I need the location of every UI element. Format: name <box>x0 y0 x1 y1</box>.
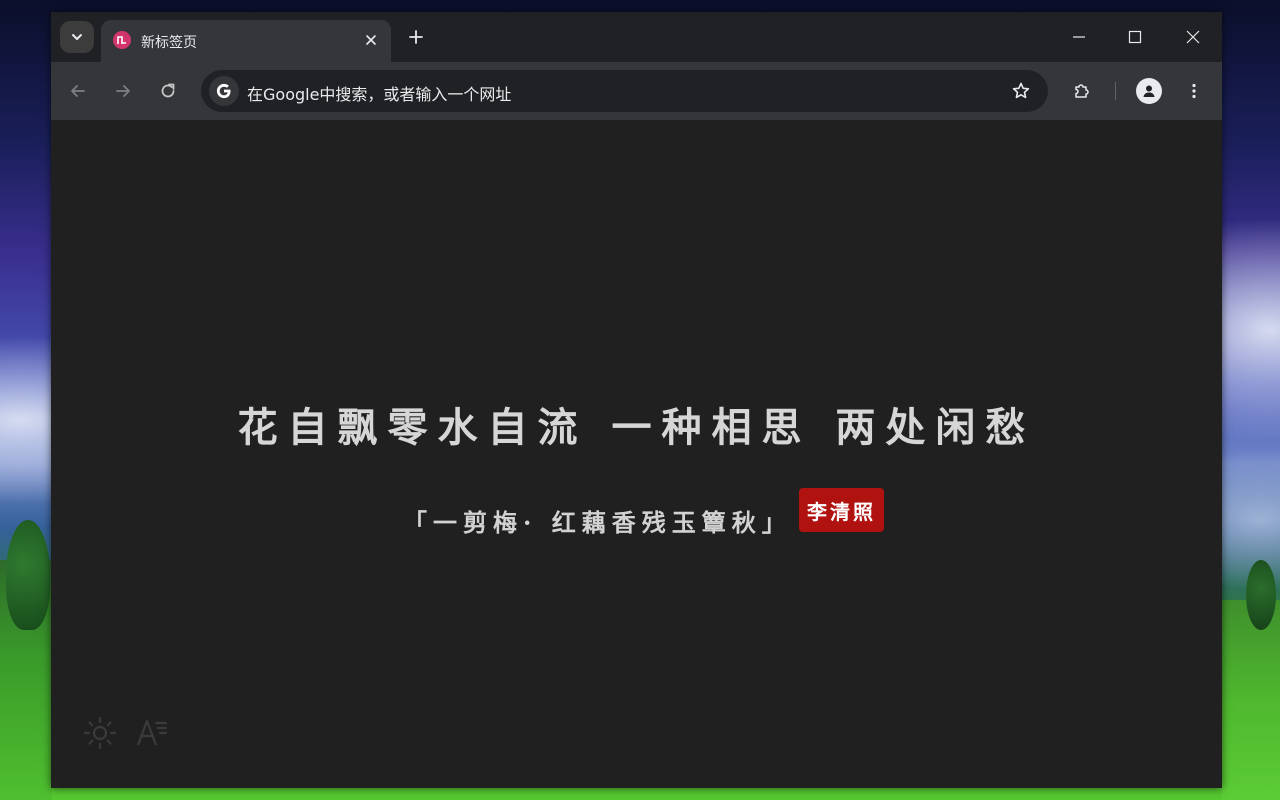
toolbar-divider <box>1115 82 1116 100</box>
toolbar: 在Google中搜索，或者输入一个网址 <box>51 62 1222 170</box>
wallpaper-grass-right <box>1222 600 1280 800</box>
maximize-icon <box>1128 30 1142 44</box>
profile-button[interactable] <box>1136 78 1162 104</box>
new-tab-favicon <box>113 31 131 49</box>
forward-button[interactable] <box>110 78 136 104</box>
close-tab-button[interactable] <box>361 30 381 50</box>
reload-button[interactable] <box>155 78 181 104</box>
address-bar[interactable]: 在Google中搜索，或者输入一个网址 <box>201 70 1048 112</box>
extensions-button[interactable] <box>1069 78 1095 104</box>
author-badge[interactable]: 李清照 <box>799 488 884 532</box>
plus-icon <box>409 30 423 44</box>
tab-search-button[interactable] <box>60 21 94 53</box>
font-settings-button[interactable] <box>133 714 171 752</box>
minimize-icon <box>1073 36 1085 38</box>
minimize-button[interactable] <box>1066 24 1092 50</box>
new-tab-page: 花自飘零水自流 一种相思 两处闲愁 「一剪梅· 红藕香残玉簟秋」 李清照 <box>51 120 1222 788</box>
poem-source: 「一剪梅· 红藕香残玉簟秋」 <box>403 508 792 537</box>
close-icon <box>366 35 376 45</box>
more-vertical-icon <box>1192 83 1196 99</box>
tab-new-tab[interactable]: 新标签页 <box>101 20 391 62</box>
sun-icon <box>83 716 117 750</box>
maximize-button[interactable] <box>1122 24 1148 50</box>
chevron-down-icon <box>72 34 82 40</box>
puzzle-icon <box>1075 84 1089 98</box>
arrow-left-icon <box>71 85 85 97</box>
poem-line: 花自飘零水自流 一种相思 两处闲愁 <box>237 404 1036 451</box>
back-button[interactable] <box>65 78 91 104</box>
menu-button[interactable] <box>1181 78 1207 104</box>
new-tab-button[interactable] <box>405 26 427 48</box>
favicon-glyph-icon <box>117 36 126 44</box>
close-window-button[interactable] <box>1180 24 1206 50</box>
wallpaper-tree-left <box>6 520 50 630</box>
reload-icon <box>161 83 175 98</box>
tab-title: 新标签页 <box>141 35 197 51</box>
arrow-right-icon <box>116 85 130 97</box>
google-g-icon <box>209 76 239 106</box>
person-icon <box>1143 85 1155 97</box>
google-g-glyph-icon <box>216 83 231 99</box>
tab-strip: 新标签页 <box>51 12 1222 62</box>
search-input[interactable]: 在Google中搜索，或者输入一个网址 <box>247 81 511 105</box>
star-icon <box>1012 82 1030 99</box>
close-icon <box>1186 30 1200 44</box>
theme-toggle-button[interactable] <box>81 714 119 752</box>
wallpaper-tree-right <box>1246 560 1276 630</box>
font-size-icon <box>136 719 168 746</box>
bookmark-button[interactable] <box>1010 80 1032 102</box>
browser-window: 新标签页 在Google中搜索，或者输入一个网址 花自飘零水自流 一种相思 两处… <box>51 12 1222 788</box>
